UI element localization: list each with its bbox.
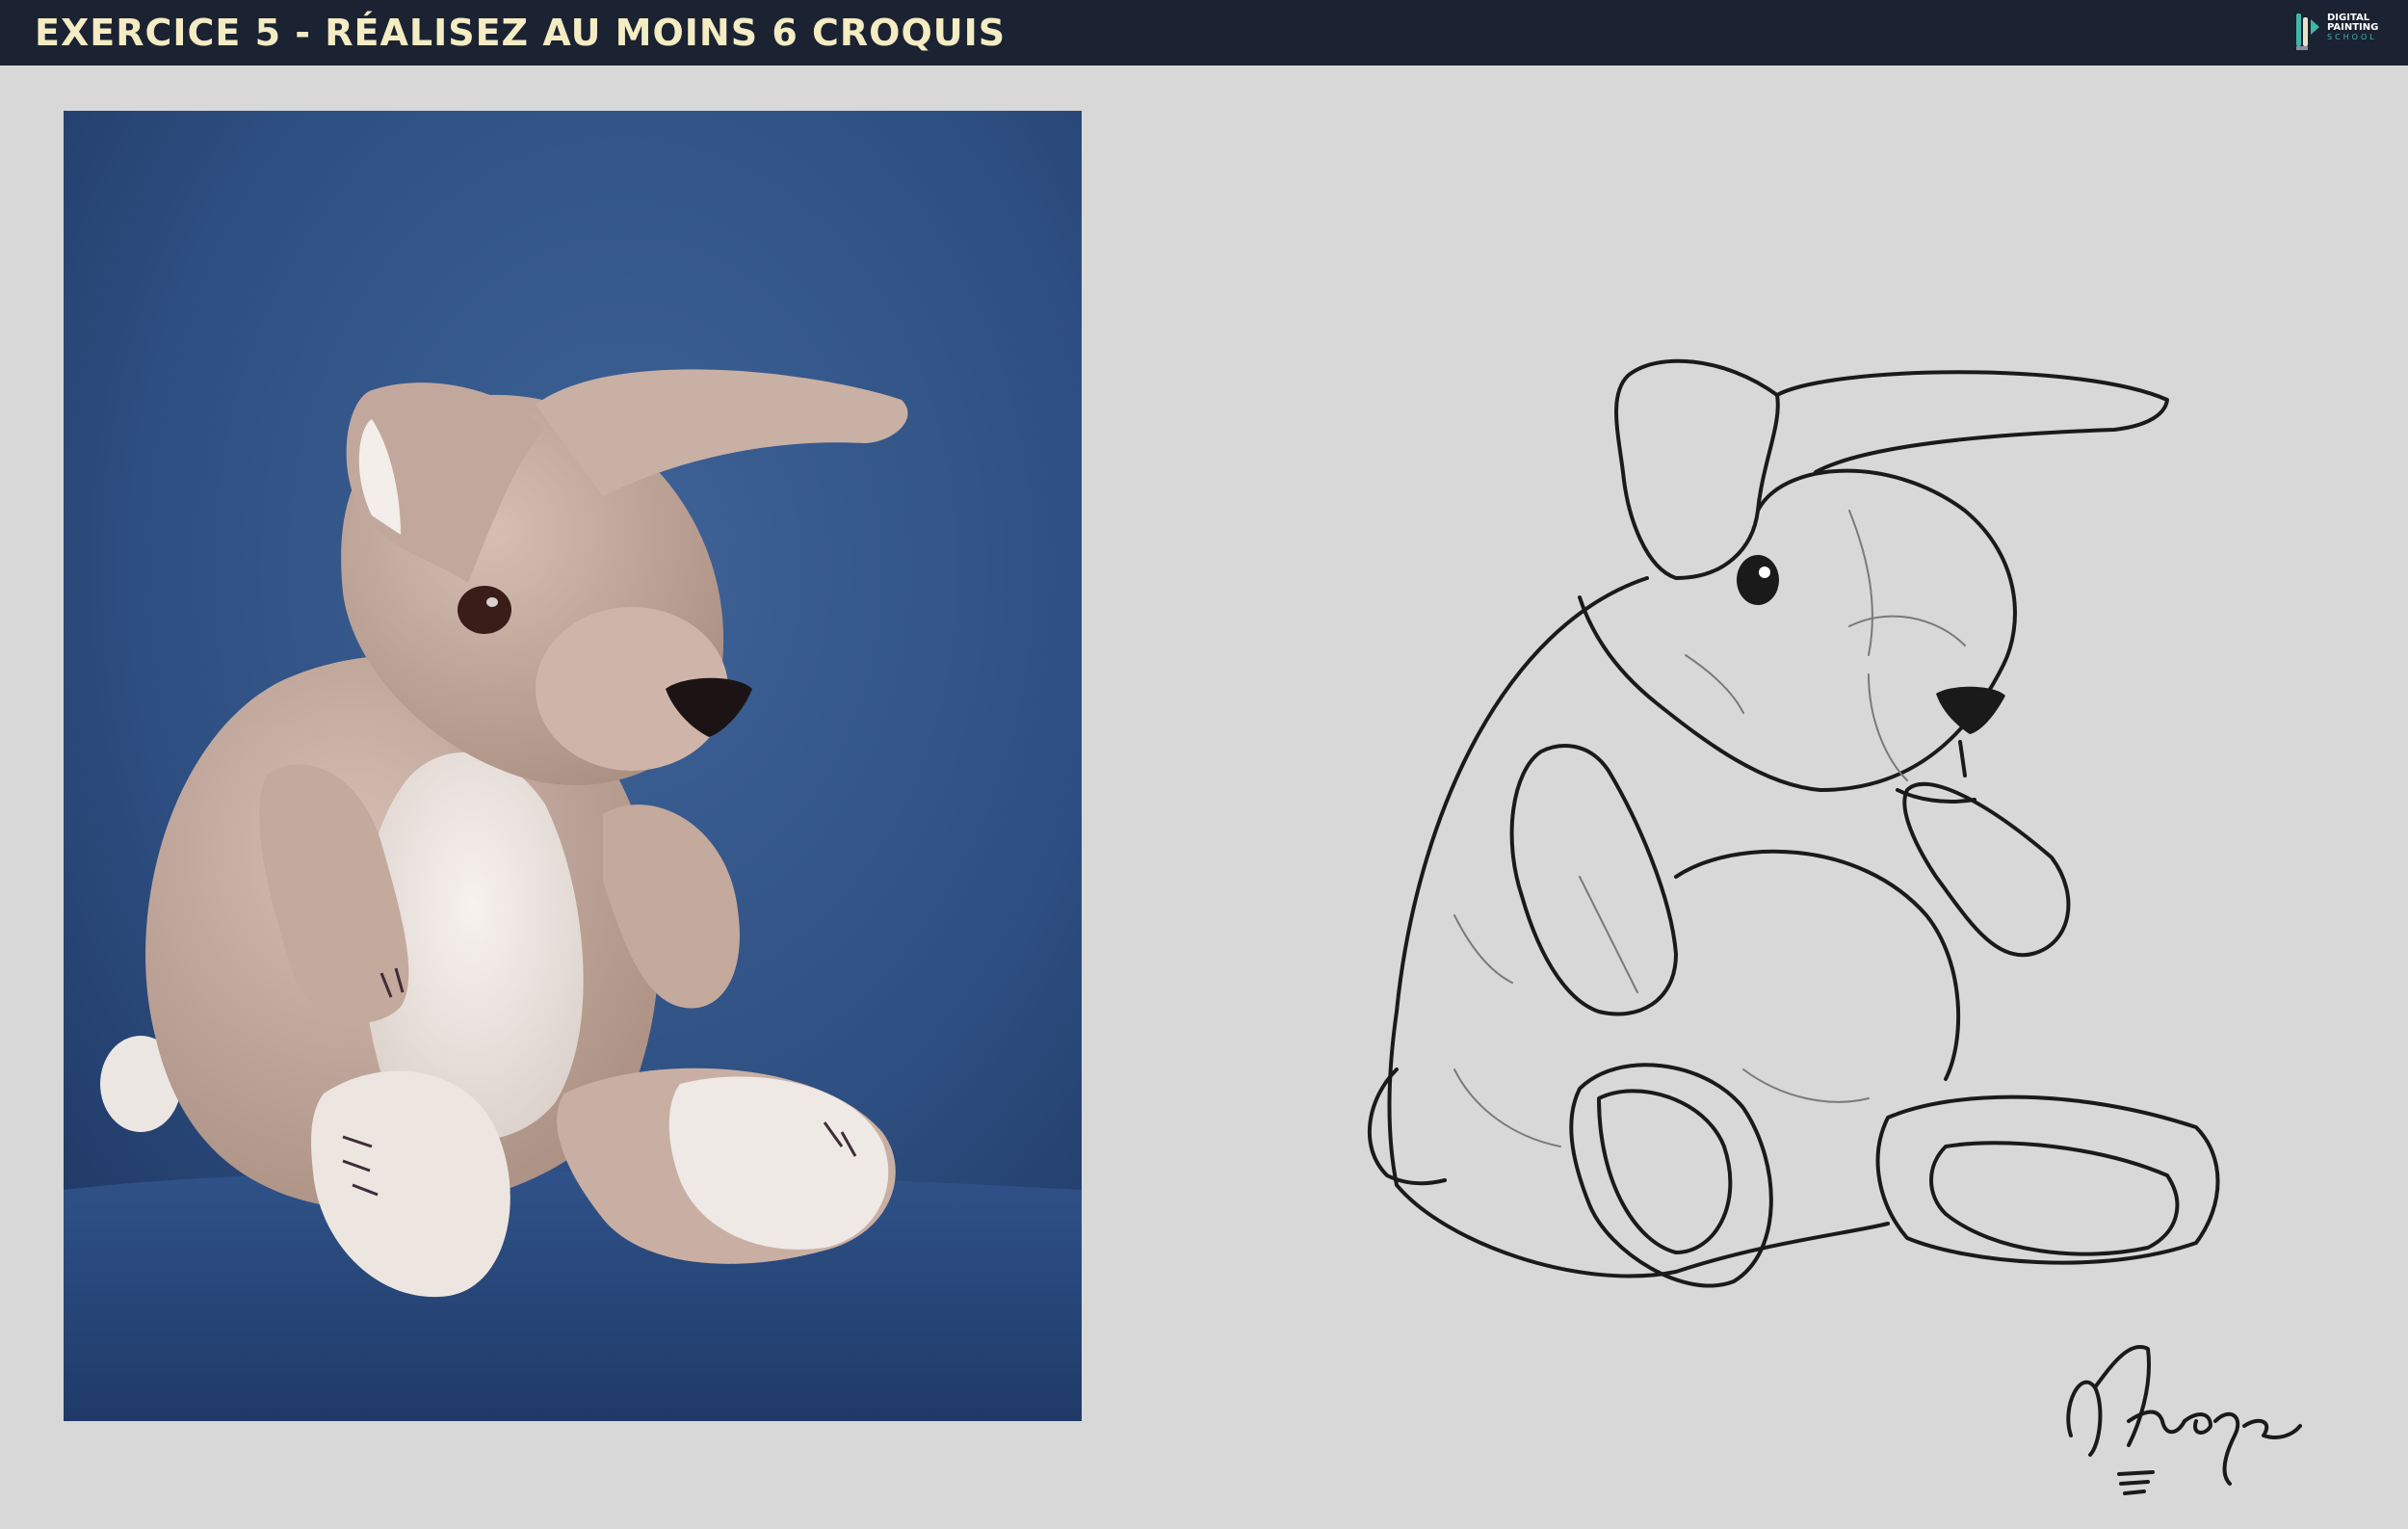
digital-painting-school-logo: DIGITAL PAINTING SCHOOL bbox=[2292, 10, 2393, 54]
header-bar: EXERCICE 5 - RÉALISEZ AU MOINS 6 CROQUIS… bbox=[0, 0, 2408, 66]
logo-line-school: SCHOOL bbox=[2327, 33, 2377, 41]
logo-line-painting: PAINTING bbox=[2327, 22, 2379, 33]
bunny-sketch bbox=[1329, 337, 2254, 1339]
brush-logo-icon bbox=[2296, 13, 2319, 50]
logo-text: DIGITAL PAINTING SCHOOL bbox=[2327, 13, 2378, 42]
page: EXERCICE 5 - RÉALISEZ AU MOINS 6 CROQUIS… bbox=[0, 0, 2408, 1529]
plush-bunny-line-drawing bbox=[1367, 358, 2220, 1288]
plush-bunny-photo-image bbox=[64, 111, 1082, 1421]
artist-signature bbox=[2052, 1330, 2302, 1503]
signature-nuage-image bbox=[2066, 1345, 2302, 1495]
page-title: EXERCICE 5 - RÉALISEZ AU MOINS 6 CROQUIS bbox=[35, 12, 1007, 54]
reference-photo bbox=[64, 111, 1082, 1421]
